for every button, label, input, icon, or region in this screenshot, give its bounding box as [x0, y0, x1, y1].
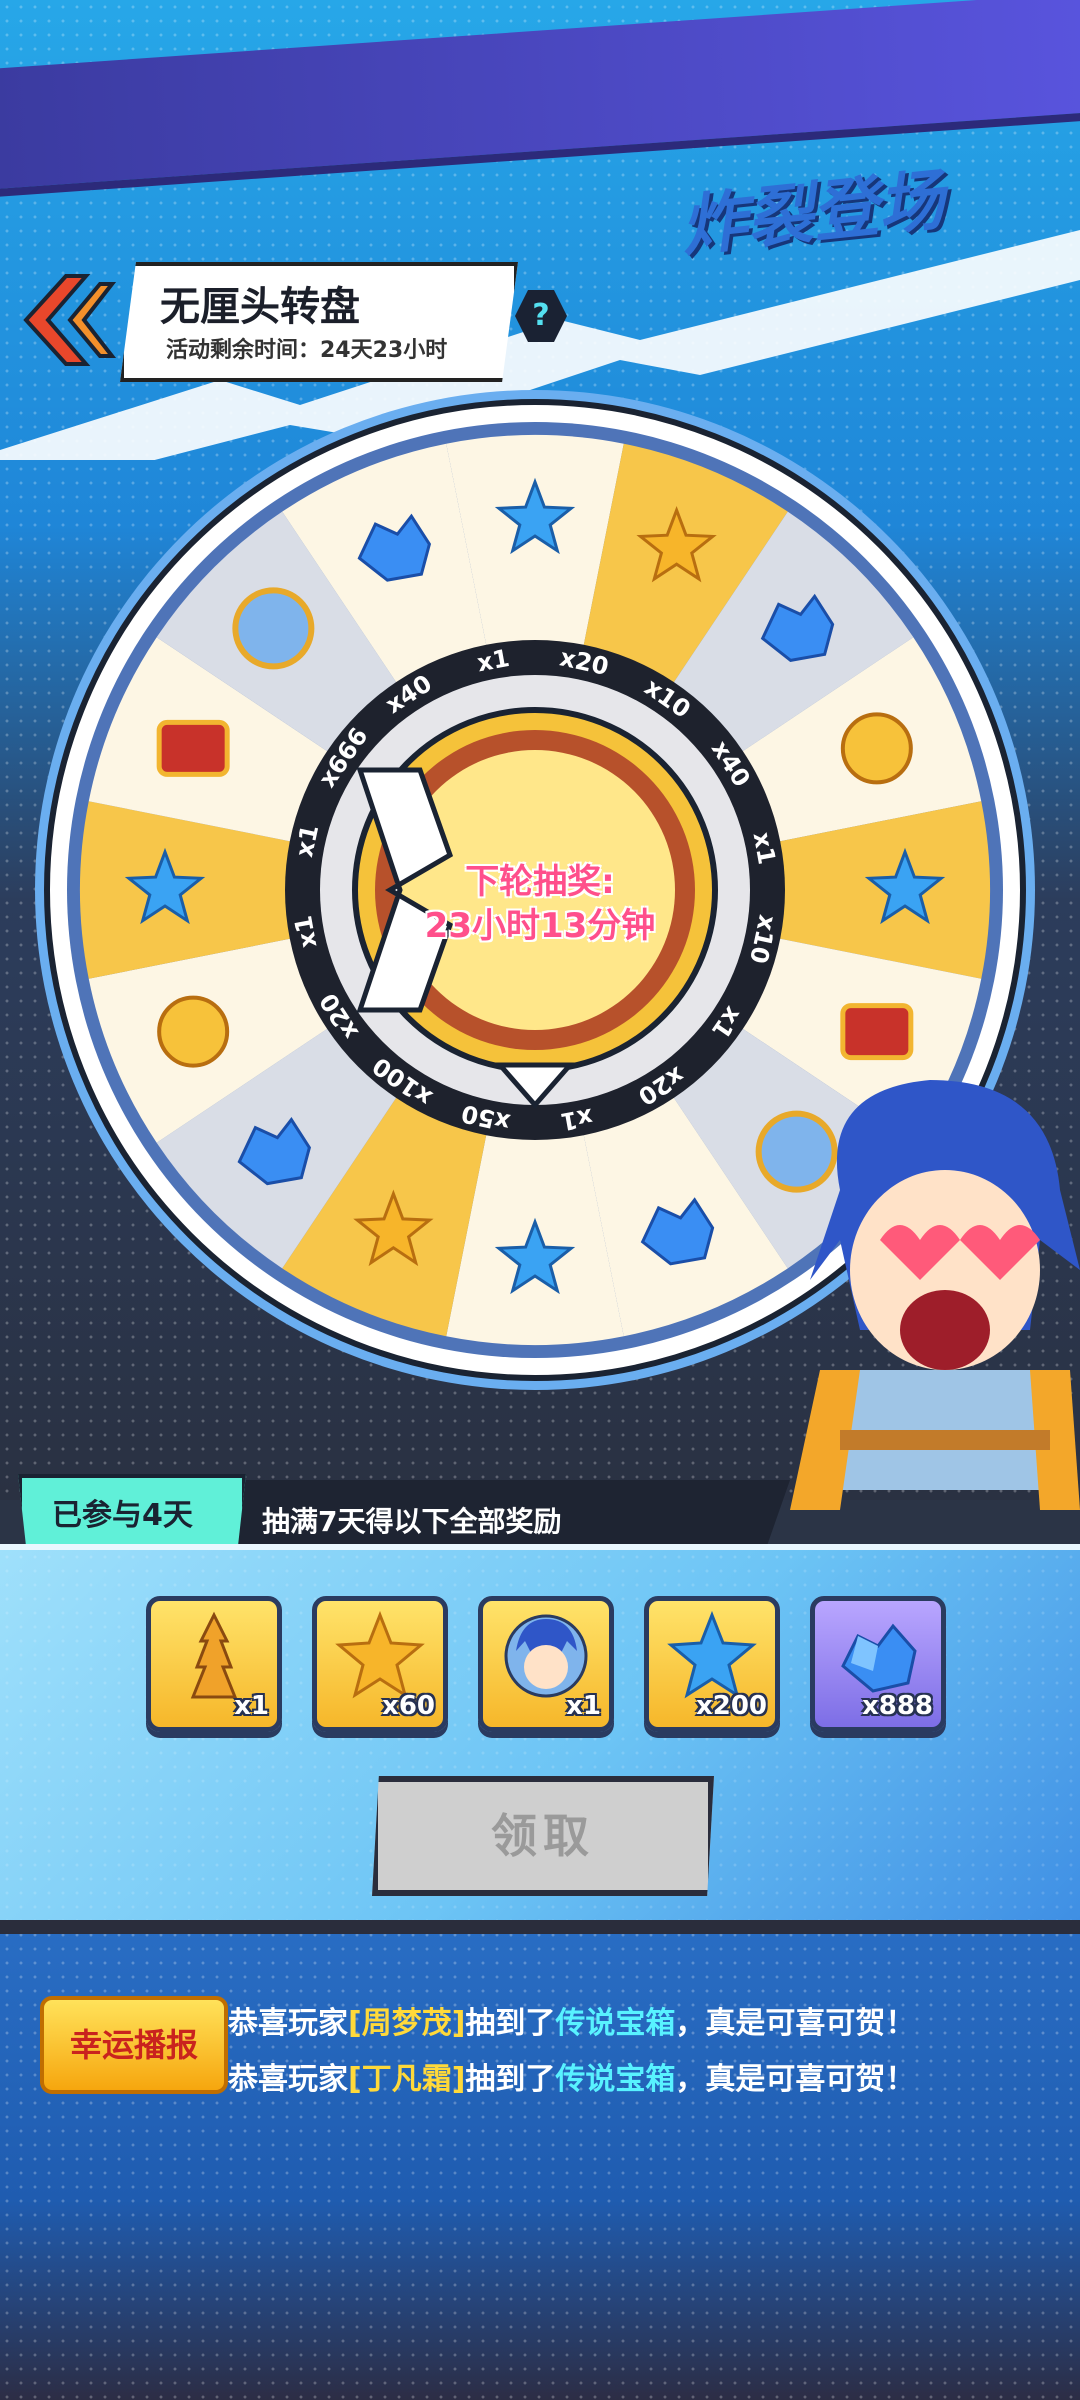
- wheel-multiplier-label: x1: [475, 644, 512, 677]
- reward-item-hero-portrait[interactable]: x1: [478, 1596, 614, 1732]
- next-draw-countdown: 下轮抽奖: 23小时13分钟: [395, 860, 685, 948]
- blue-star-icon: [667, 1611, 757, 1699]
- next-draw-time: 23小时13分钟: [424, 906, 656, 946]
- reward-qty: x1: [566, 1691, 601, 1721]
- gold-orb-icon: [157, 995, 230, 1068]
- reward-item-blue-star[interactable]: x200: [644, 1596, 780, 1732]
- treasure-chest-icon: [156, 719, 230, 777]
- treasure-chest-icon: [840, 1003, 914, 1061]
- reward-item-gold-star[interactable]: x60: [312, 1596, 448, 1732]
- hero-character: [790, 1080, 1080, 1510]
- days-participated: 已参与4天: [52, 1498, 193, 1533]
- back-button[interactable]: [18, 272, 117, 368]
- reward-hint: 抽满7天得以下全部奖励: [262, 1505, 562, 1538]
- hero-portrait-icon: [504, 1614, 588, 1698]
- back-chevron-icon: [23, 274, 117, 366]
- remaining-time: 活动剩余时间：24天23小时: [166, 338, 448, 363]
- reward-qty: x888: [861, 1691, 933, 1721]
- wheel-multiplier-label: x1: [558, 1103, 595, 1136]
- page-title: 无厘头转盘: [160, 284, 360, 330]
- broadcast-message: 恭喜玩家[周梦茂]抽到了传说宝箱，真是可喜可贺！: [228, 2006, 916, 2041]
- gold-orb-icon: [840, 712, 913, 785]
- blue-crystal-icon: [841, 1623, 917, 1693]
- player-name: [周梦茂]: [348, 2006, 466, 2041]
- tower-icon: [190, 1611, 238, 1699]
- reward-qty: x1: [234, 1691, 269, 1721]
- wheel-multiplier-label: x1: [748, 830, 781, 867]
- next-draw-label: 下轮抽奖:: [465, 862, 615, 902]
- gold-star-icon: [335, 1611, 425, 1699]
- reward-qty: x200: [695, 1691, 767, 1721]
- reward-qty: x60: [382, 1691, 435, 1721]
- lucky-broadcast-badge: 幸运播报: [40, 1996, 228, 2094]
- wheel-multiplier-label: x1: [289, 913, 322, 950]
- broadcast-message: 恭喜玩家[丁凡霜]抽到了传说宝箱，真是可喜可贺！: [228, 2062, 916, 2097]
- player-name: [丁凡霜]: [348, 2062, 466, 2097]
- prize-name: 传说宝箱: [555, 2006, 676, 2041]
- hero-portrait-icon: [232, 587, 315, 670]
- background-bottom: [0, 1900, 1080, 2400]
- reward-item-tower[interactable]: x1: [146, 1596, 282, 1732]
- reward-item-blue-crystal[interactable]: x888: [810, 1596, 946, 1732]
- claim-button[interactable]: 领取: [372, 1776, 714, 1896]
- prize-name: 传说宝箱: [555, 2062, 676, 2097]
